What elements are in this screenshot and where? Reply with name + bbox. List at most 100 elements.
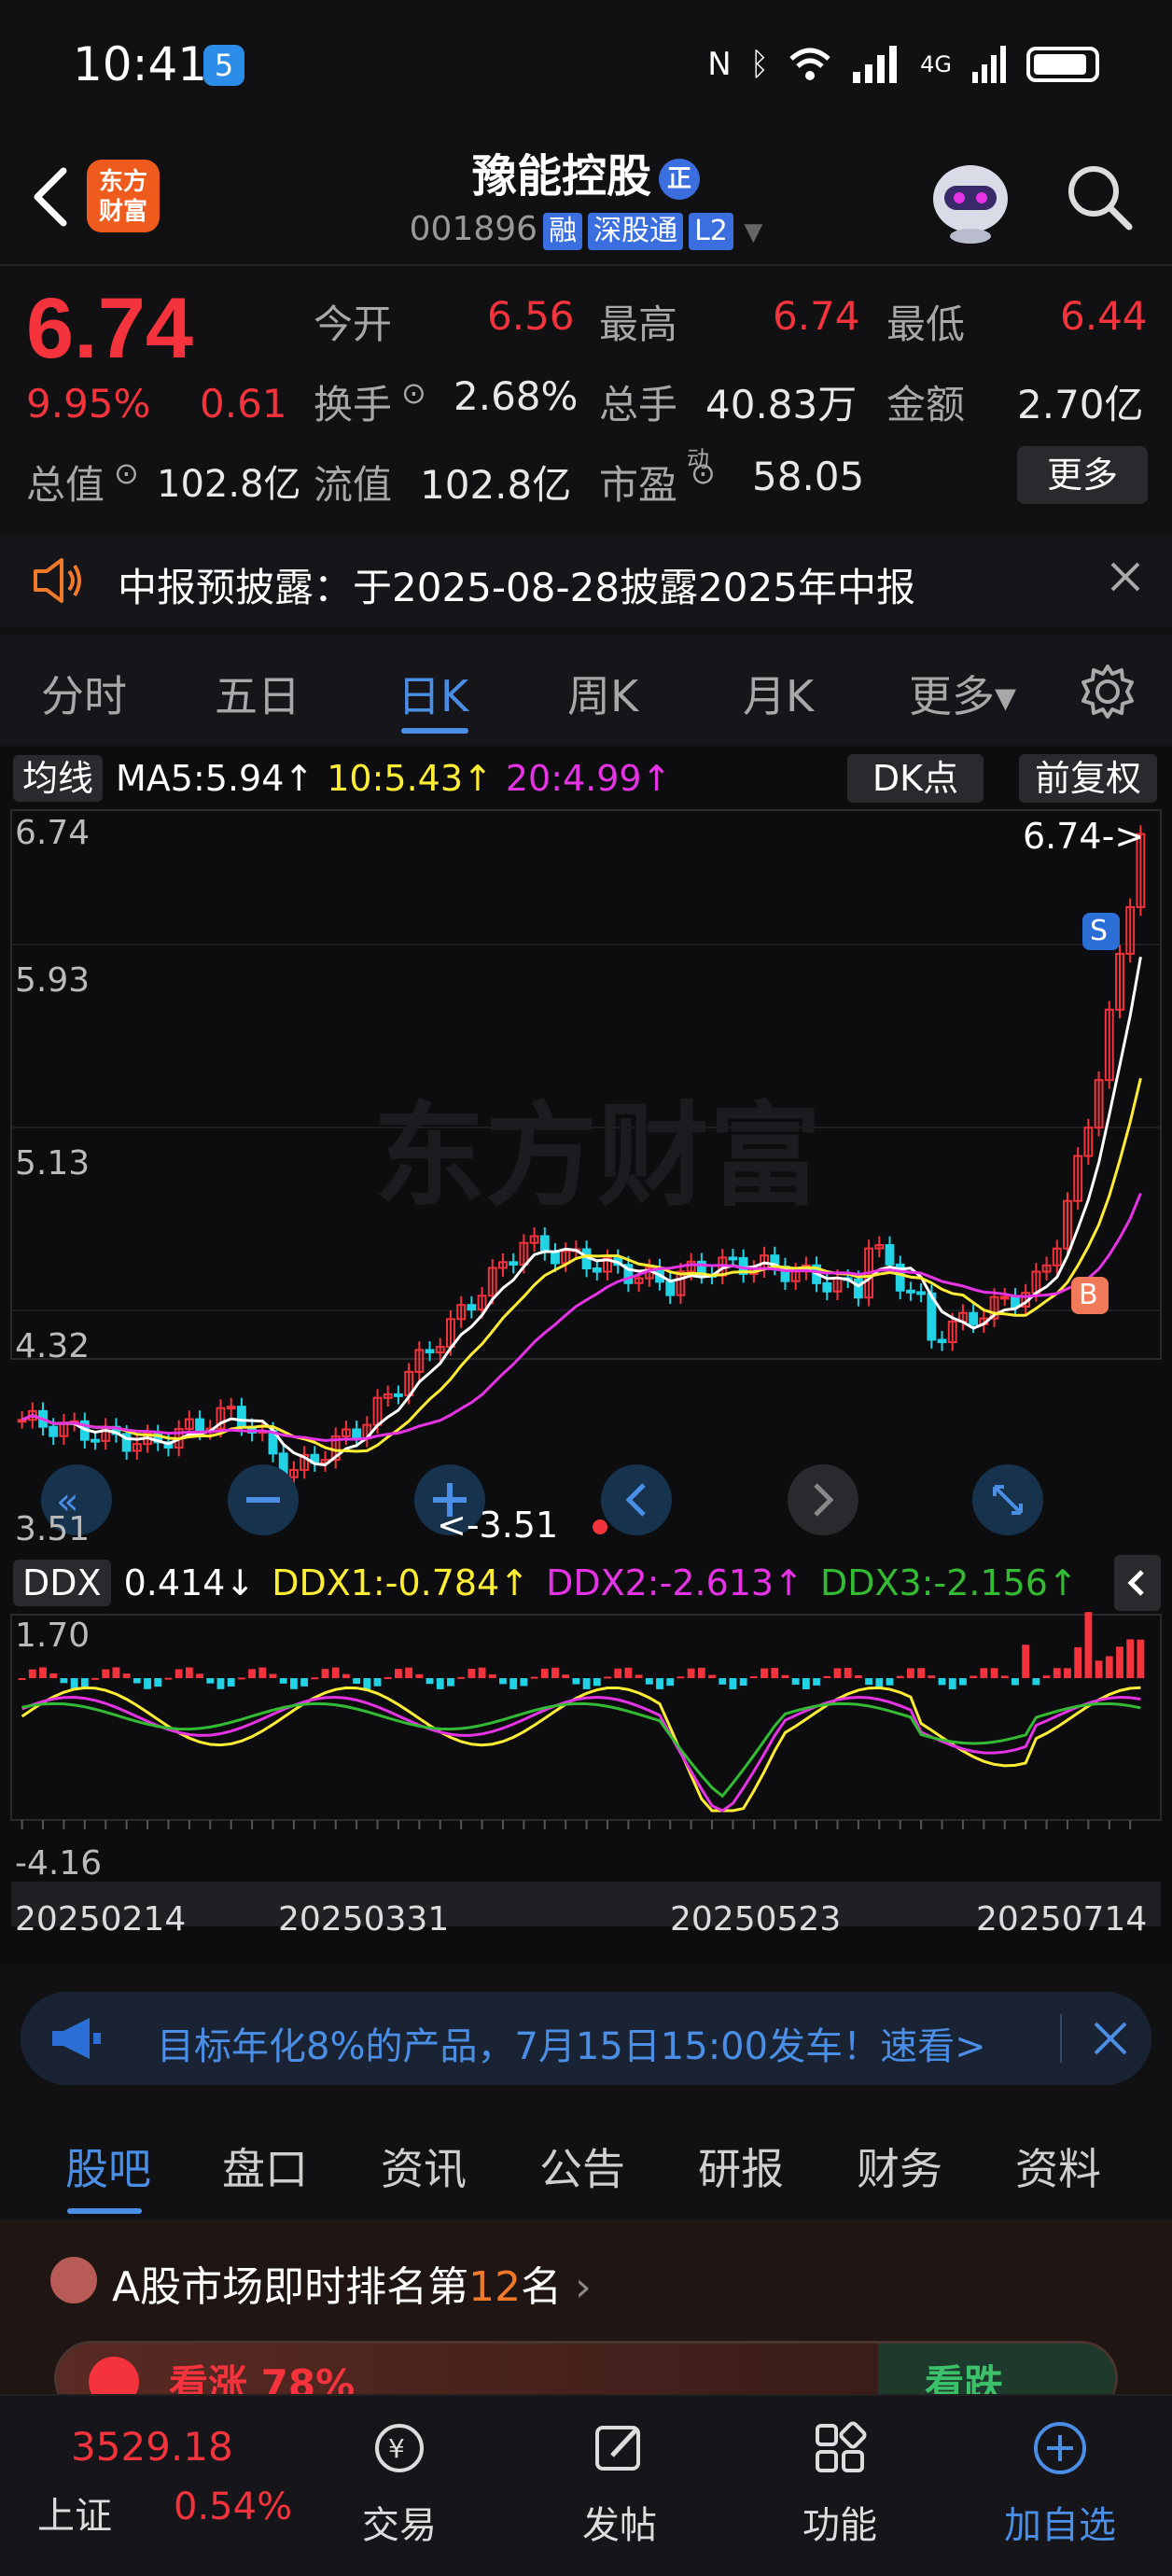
scroll-right-button[interactable] (788, 1464, 858, 1535)
ma20-value: 20:4.99↑ (505, 758, 672, 799)
ddx-bar (405, 1667, 413, 1679)
promo-text: 目标年化8%的产品，7月15日15:00发车！速看> (157, 2025, 986, 2068)
notice-bar[interactable]: 中报预披露：于2025-08-28披露2025年中报 (0, 534, 1172, 627)
tab-news[interactable]: 资讯 (381, 2135, 467, 2197)
info-icon[interactable]: ⊙ (114, 455, 139, 491)
candle-body (509, 1261, 519, 1266)
nav-label: 功能 (802, 2504, 877, 2547)
info-icon[interactable]: ⊙ (401, 375, 426, 411)
ddx-bar (551, 1667, 559, 1679)
tab-financials[interactable]: 财务 (857, 2135, 942, 2197)
tab-daily-k[interactable]: 日K (398, 663, 468, 724)
change-amount: 0.61 (200, 381, 287, 427)
ddx1-line (21, 1686, 1141, 1813)
ddx1-value: DDX1:-0.784↑ (272, 1562, 530, 1603)
tab-profile[interactable]: 资料 (1015, 2135, 1101, 2197)
ddx-bar (719, 1678, 727, 1685)
ddx-bar (604, 1676, 611, 1679)
candle-body (195, 1418, 204, 1433)
ddx-bar (206, 1678, 215, 1684)
candle-body (551, 1251, 560, 1265)
tab-forum[interactable]: 股吧 (65, 2135, 151, 2197)
close-icon[interactable] (1090, 2018, 1131, 2059)
candle-body (937, 1338, 947, 1344)
kline-chart-area[interactable]: 东方财富 « (0, 747, 1172, 1965)
tab-announcements[interactable]: 公告 (539, 2135, 625, 2197)
ddx-bar (216, 1678, 225, 1689)
volume-value: 40.83万 (705, 382, 858, 427)
margin-chip: 融 (543, 213, 583, 250)
content-tabs: 股吧 盘口 资讯 公告 研报 财务 资料 (0, 2107, 1172, 2219)
candle-body (394, 1393, 403, 1397)
tab-order-book[interactable]: 盘口 (222, 2135, 308, 2197)
tab-more[interactable]: 更多▾ (909, 663, 1016, 724)
ddx-bar (49, 1673, 58, 1679)
dk-point-button[interactable]: DK点 (847, 754, 984, 803)
price-axis-label: 4.32 (15, 1327, 91, 1365)
nav-post[interactable]: 发帖 (545, 2418, 694, 2549)
ddx-bar (614, 1668, 622, 1679)
nav-trade[interactable]: ¥ 交易 (325, 2418, 474, 2549)
ddx-bar (739, 1678, 747, 1687)
gear-icon[interactable] (1079, 663, 1137, 721)
ddx-bar (467, 1668, 476, 1679)
ddx-bar (865, 1678, 873, 1686)
ddx-bar (530, 1676, 538, 1679)
buy-signal-label: B (1079, 1279, 1098, 1311)
rank-card[interactable]: A股市场即时排名第12名 › 看涨 78% 看跌 (0, 2219, 1172, 2415)
date-label: 20250714 (976, 1900, 1148, 1939)
ddx-bar (938, 1678, 946, 1686)
dropdown-icon: ▼ (744, 218, 763, 246)
info-icon[interactable]: ⊙ (691, 455, 716, 491)
promo-banner[interactable]: 目标年化8%的产品，7月15日15:00发车！速看> (21, 1992, 1151, 2085)
ddx-bar (1000, 1675, 1009, 1679)
ddx-bar (1105, 1656, 1113, 1679)
tab-intraday[interactable]: 分时 (41, 663, 127, 724)
ddx-bar (970, 1675, 978, 1679)
ddx-bar (164, 1677, 173, 1680)
nav-add-watchlist[interactable]: 加自选 (985, 2418, 1135, 2549)
ddx-bar (1095, 1660, 1103, 1679)
adjustment-button[interactable]: 前复权 (1019, 754, 1157, 803)
candle-body (467, 1304, 477, 1311)
float-cap-value: 102.8亿 (420, 462, 572, 508)
scroll-left-button[interactable] (601, 1464, 672, 1535)
market-cap-value: 102.8亿 (157, 463, 301, 506)
ddx-bar (488, 1674, 496, 1679)
nav-functions[interactable]: 功能 (765, 2418, 914, 2549)
ddx-bar (1084, 1612, 1093, 1679)
ddx-bar (729, 1678, 737, 1689)
candle-body (999, 1295, 1010, 1300)
more-button[interactable]: 更多 (1017, 446, 1148, 504)
assistant-robot-icon[interactable] (924, 154, 1017, 247)
collapse-indicator-button[interactable] (1114, 1555, 1161, 1611)
search-icon[interactable] (1062, 160, 1137, 234)
candle-body (236, 1406, 246, 1429)
ddx-bar (311, 1677, 319, 1680)
notice-text: 中报预披露：于2025-08-28披露2025年中报 (118, 565, 915, 610)
ddx-bar (886, 1678, 894, 1686)
ddx-bar (363, 1678, 371, 1689)
index-value[interactable]: 3529.18 (71, 2424, 233, 2470)
ddx-bar (1126, 1639, 1135, 1679)
indicator-selector[interactable]: DDX (13, 1560, 111, 1606)
ma-selector[interactable]: 均线 (13, 755, 104, 802)
trade-icon: ¥ (375, 2424, 424, 2472)
ddx-bar (353, 1678, 361, 1685)
index-change[interactable]: 0.54% (174, 2485, 292, 2528)
candle-body (822, 1281, 832, 1293)
ddx-bar (457, 1676, 466, 1679)
tab-five-day[interactable]: 五日 (215, 663, 300, 724)
close-icon[interactable] (1105, 556, 1146, 597)
ddx-axis-label: -4.16 (15, 1844, 103, 1883)
ma-legend: 均线 MA5:5.94↑ 10:5.43↑ 20:4.99↑ (13, 752, 671, 805)
index-name[interactable]: 上证 (37, 2485, 112, 2540)
ma5-value: MA5:5.94↑ (116, 758, 314, 799)
tab-research[interactable]: 研报 (698, 2135, 784, 2197)
ddx-bar (80, 1678, 89, 1687)
kline-chart-svg: 东方财富 « (10, 809, 1162, 1926)
divider (1060, 2014, 1062, 2063)
change-percent: 9.95% (26, 381, 151, 427)
tab-weekly-k[interactable]: 周K (567, 663, 638, 724)
tab-monthly-k[interactable]: 月K (743, 663, 814, 724)
